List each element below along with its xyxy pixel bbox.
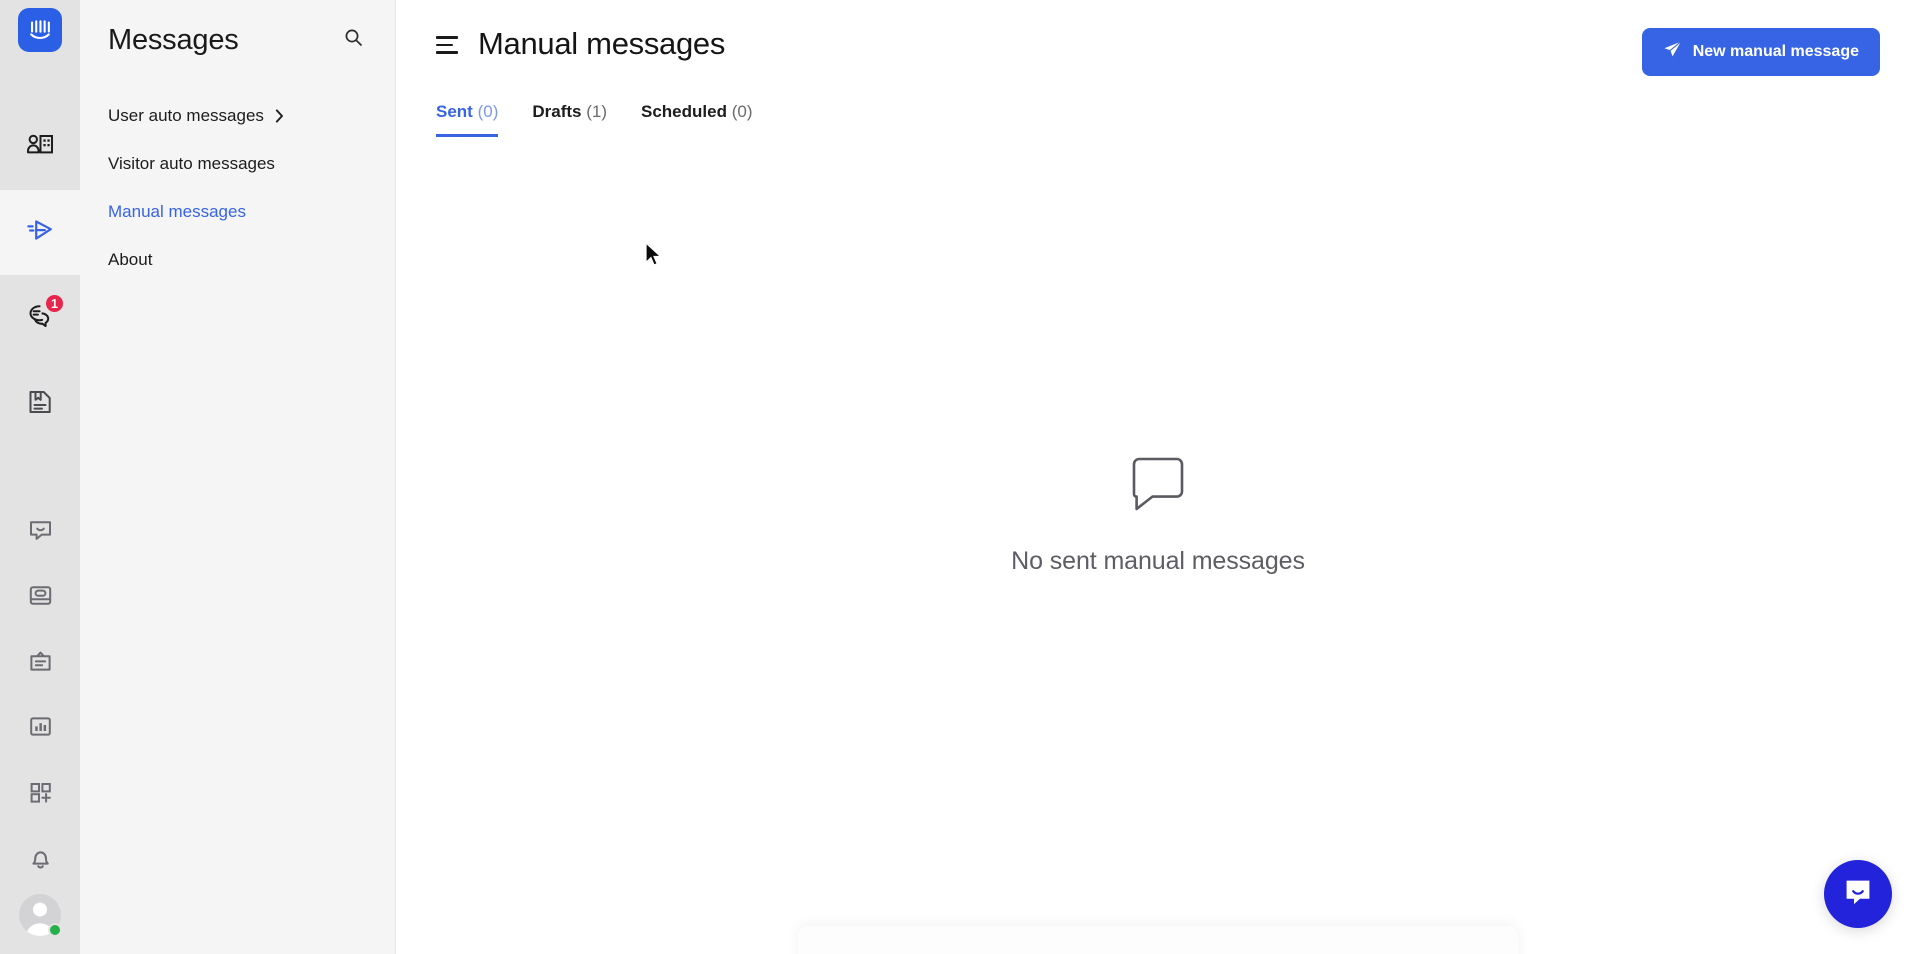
main-content: Manual messages New manual message Sent … xyxy=(396,0,1920,954)
tab-sent-count: (0) xyxy=(477,102,499,121)
tab-scheduled-count: (0) xyxy=(731,102,753,121)
tab-drafts-count: (1) xyxy=(586,102,607,121)
message-status-tabs: Sent (0) Drafts (1) Scheduled (0) xyxy=(396,76,1920,137)
message-list-area: No sent manual messages xyxy=(396,137,1920,954)
sidebar-item-manual-messages[interactable]: Manual messages xyxy=(80,188,396,236)
tab-drafts[interactable]: Drafts (1) xyxy=(532,102,607,137)
intercom-logo[interactable] xyxy=(18,8,62,52)
sidebar-item-visitor-auto-messages[interactable]: Visitor auto messages xyxy=(80,140,396,188)
tab-sent-label: Sent xyxy=(436,102,473,121)
search-icon xyxy=(344,28,363,52)
messenger-launcher-icon xyxy=(1842,876,1874,913)
main-header: Manual messages New manual message xyxy=(396,0,1920,76)
rail-item-surveys[interactable] xyxy=(0,631,80,697)
app-root: 1 Messages User auto messages Visitor au… xyxy=(0,0,1920,954)
rail-item-notifications[interactable] xyxy=(0,828,80,894)
rail-item-messenger[interactable] xyxy=(0,499,80,565)
sidebar-item-label: User auto messages xyxy=(108,106,264,125)
sidebar-header: Messages xyxy=(80,0,396,62)
page-title-row: Manual messages xyxy=(436,26,725,62)
online-status-dot xyxy=(48,923,62,937)
knowledge-book-icon xyxy=(27,582,54,614)
articles-document-icon xyxy=(26,388,54,421)
empty-state-text: No sent manual messages xyxy=(1011,546,1305,575)
messenger-launcher-button[interactable] xyxy=(1824,860,1892,928)
sidebar-item-label: About xyxy=(108,250,153,269)
tab-scheduled-label: Scheduled xyxy=(641,102,727,121)
bottom-panel-edge xyxy=(798,926,1518,954)
new-manual-message-label: New manual message xyxy=(1692,43,1859,60)
outbound-paper-plane-icon xyxy=(24,214,56,251)
notifications-bell-icon xyxy=(27,845,54,877)
contacts-icon xyxy=(25,129,55,164)
rail-item-knowledge[interactable] xyxy=(0,565,80,631)
rail-item-articles[interactable] xyxy=(0,361,80,447)
rail-item-reports[interactable] xyxy=(0,696,80,762)
sidebar-nav-list: User auto messages Visitor auto messages… xyxy=(80,92,396,284)
tab-scheduled[interactable]: Scheduled (0) xyxy=(641,102,752,137)
search-button[interactable] xyxy=(338,25,368,55)
tab-drafts-label: Drafts xyxy=(532,102,582,121)
sidebar-item-label: Manual messages xyxy=(108,202,246,221)
inbox-unread-badge: 1 xyxy=(44,293,65,315)
rail-item-inbox[interactable]: 1 xyxy=(0,275,80,361)
rail-item-apps[interactable] xyxy=(0,762,80,828)
tab-sent[interactable]: Sent (0) xyxy=(436,102,499,137)
apps-add-grid-icon xyxy=(27,779,54,811)
sidebar-title: Messages xyxy=(108,23,239,56)
user-avatar[interactable] xyxy=(19,894,62,937)
sidebar-item-about[interactable]: About xyxy=(80,236,396,284)
sidebar-item-label: Visitor auto messages xyxy=(108,154,275,173)
sidebar-item-user-auto-messages[interactable]: User auto messages xyxy=(80,92,396,140)
messages-sidebar: Messages User auto messages Visitor auto… xyxy=(80,0,396,954)
chevron-right-icon xyxy=(275,109,284,123)
speech-bubble-outline-icon xyxy=(1129,456,1187,517)
primary-icon-rail: 1 xyxy=(0,0,80,954)
page-title: Manual messages xyxy=(478,26,726,61)
rail-item-outbound[interactable] xyxy=(0,189,80,276)
paper-plane-icon xyxy=(1663,40,1682,64)
messenger-bubble-icon xyxy=(27,516,54,548)
reports-bar-chart-icon xyxy=(27,713,54,745)
new-manual-message-button[interactable]: New manual message xyxy=(1641,28,1880,76)
survey-clipboard-icon xyxy=(27,648,54,680)
rail-item-contacts[interactable] xyxy=(0,104,80,190)
hamburger-menu-icon[interactable] xyxy=(436,34,458,54)
empty-state: No sent manual messages xyxy=(1011,456,1305,576)
